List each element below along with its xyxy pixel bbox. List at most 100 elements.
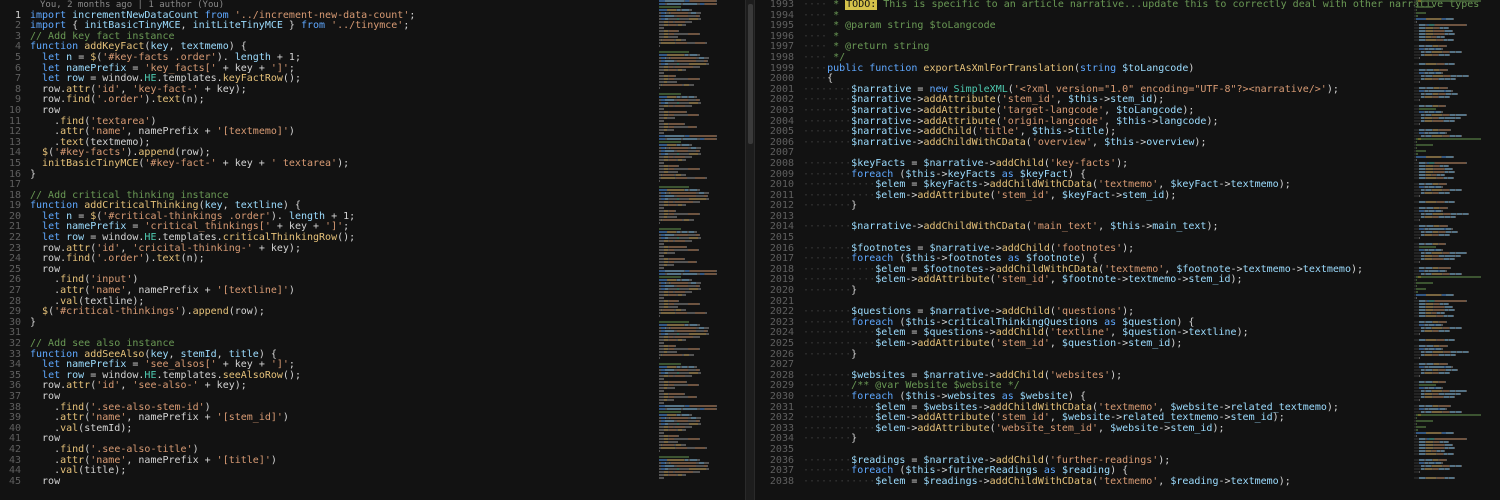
code-token: $websites xyxy=(923,401,978,413)
minimap-line xyxy=(1414,273,1496,275)
code-token: , namePrefix + xyxy=(126,285,217,297)
code-token: -> xyxy=(977,179,990,191)
code-text: row.attr('id', 'cricital-thinking-' + ke… xyxy=(30,243,301,254)
code-line[interactable]: 2006 ········$narrative->addChildWithCDat… xyxy=(755,136,1410,149)
code-line[interactable]: 2020 ········} xyxy=(755,285,1410,297)
code-token: , xyxy=(120,83,133,95)
code-text: ········foreach ($this->keyFacts as $key… xyxy=(803,169,1086,180)
minimap-line xyxy=(1414,129,1496,131)
vertical-scrollbar-thumb[interactable] xyxy=(748,4,753,144)
code-token: ) { xyxy=(228,41,247,53)
code-token: row. xyxy=(30,83,67,95)
minimap-line xyxy=(659,39,741,41)
code-token: . xyxy=(30,285,61,297)
code-token: addAttribute xyxy=(917,189,990,201)
code-token: (); xyxy=(282,369,301,381)
minimap-line xyxy=(1414,447,1496,449)
code-line[interactable]: 24 row.find('.order').text(n); xyxy=(0,253,655,265)
left-editor-pane[interactable]: You, 2 months ago | 1 author (You) 1 impo… xyxy=(0,0,745,500)
code-token: ) { xyxy=(1176,316,1195,328)
minimap-line xyxy=(659,204,741,206)
code-line[interactable]: 45 row xyxy=(0,476,655,488)
code-token: 'websites' xyxy=(1049,369,1111,381)
code-token: ········ xyxy=(803,454,852,466)
code-line[interactable]: 1997 ···· * @return string xyxy=(755,42,1410,53)
minimap-line xyxy=(659,141,741,143)
minimap-line xyxy=(1414,198,1496,200)
code-token: ); xyxy=(1122,306,1135,318)
code-token: 'key_facts[' xyxy=(144,62,217,74)
minimap-line xyxy=(659,393,741,395)
code-line[interactable]: 9 row.find('.order').text(n); xyxy=(0,95,655,106)
minimap-line xyxy=(1414,42,1496,44)
minimap-line xyxy=(1414,90,1496,92)
left-code-area[interactable]: You, 2 months ago | 1 author (You) 1 impo… xyxy=(0,0,655,487)
minimap-line xyxy=(1414,0,1496,2)
code-line[interactable]: 2026 ········} xyxy=(755,349,1410,361)
minimap-line xyxy=(659,363,741,365)
code-token: $narrative xyxy=(929,306,990,318)
code-token: ········ xyxy=(803,94,852,106)
minimap-line xyxy=(1414,288,1496,290)
minimap-line xyxy=(659,339,741,341)
code-text: .attr('name', namePrefix + '[title]') xyxy=(30,455,277,466)
minimap-line xyxy=(659,249,741,251)
code-text: .val(title); xyxy=(30,465,126,476)
code-token: text xyxy=(156,94,181,106)
minimap-line xyxy=(659,456,741,458)
code-line[interactable]: 2038 ············$elem = $readings->addCh… xyxy=(755,475,1410,488)
minimap-line xyxy=(659,150,741,152)
code-token: ···· xyxy=(803,41,828,53)
code-text: ········$readings = $narrative->addChild… xyxy=(803,455,1170,466)
code-token: = xyxy=(911,306,930,318)
code-line[interactable]: 2012 ········} xyxy=(755,200,1410,212)
minimap-line xyxy=(659,402,741,404)
code-token: ········ xyxy=(803,157,852,169)
code-line[interactable]: 44 .val(title); xyxy=(0,465,655,477)
left-minimap[interactable] xyxy=(659,0,741,500)
code-token: -> xyxy=(1116,338,1129,349)
code-token: -> xyxy=(983,263,996,275)
code-text: .text(textmemo); xyxy=(30,137,150,148)
minimap-line xyxy=(659,234,741,236)
code-token: row. xyxy=(30,380,67,392)
code-line[interactable]: 1995 ···· * @param string $toLangcode xyxy=(755,20,1410,32)
code-token: ············ xyxy=(803,412,876,424)
code-token: attr xyxy=(66,380,91,392)
minimap-line xyxy=(659,303,741,305)
code-text: ········foreach ($this->criticalThinking… xyxy=(803,317,1194,328)
code-token: addChildWithCData xyxy=(989,475,1093,487)
code-line[interactable]: 1999 ····public function exportAsXmlForTr… xyxy=(755,63,1410,75)
code-token: -> xyxy=(911,136,924,148)
code-line[interactable]: 1993 ···· * TODO: This is specific to an … xyxy=(755,0,1479,11)
code-token: = xyxy=(72,210,91,222)
code-token: 'title' xyxy=(977,126,1020,138)
minimap-line xyxy=(1414,300,1496,302)
code-line[interactable]: 15 initBasicTinyMCE('#key-fact-' + key +… xyxy=(0,158,655,170)
code-line[interactable]: 16} xyxy=(0,169,655,181)
code-token: = window. xyxy=(84,232,145,244)
minimap-line xyxy=(659,105,741,107)
code-line[interactable]: 30} xyxy=(0,317,655,329)
code-token: $this xyxy=(1110,221,1141,233)
minimap-line xyxy=(659,63,741,65)
code-token: '<?xml version="1.0" encoding="UTF-8"?><… xyxy=(1013,83,1327,95)
code-token: $keyFacts xyxy=(923,179,978,191)
code-token: , xyxy=(216,348,229,360)
code-line[interactable]: 29 $('#critical-thinkings').append(row); xyxy=(0,306,655,318)
code-line[interactable]: 36 row.attr('id', 'see-also-' + key); xyxy=(0,381,655,392)
right-code-area[interactable]: 1993 ···· * TODO: This is specific to an … xyxy=(755,0,1479,488)
right-minimap[interactable] xyxy=(1414,0,1496,500)
code-token: row. xyxy=(30,94,67,106)
code-token: ); xyxy=(1326,401,1339,413)
code-token: $keyFacts xyxy=(851,157,906,169)
code-line[interactable]: 2034 ········} xyxy=(755,434,1410,445)
code-line[interactable]: 40 .val(stemId); xyxy=(0,423,655,435)
line-number: 37 xyxy=(8,390,21,402)
editor-split-divider[interactable] xyxy=(745,0,755,500)
right-editor-pane[interactable]: 1993 ···· * TODO: This is specific to an … xyxy=(755,0,1500,500)
code-text: ···· * @return string xyxy=(803,41,929,53)
code-line[interactable]: 2014 ········$narrative->addChildWithCDat… xyxy=(755,222,1410,233)
